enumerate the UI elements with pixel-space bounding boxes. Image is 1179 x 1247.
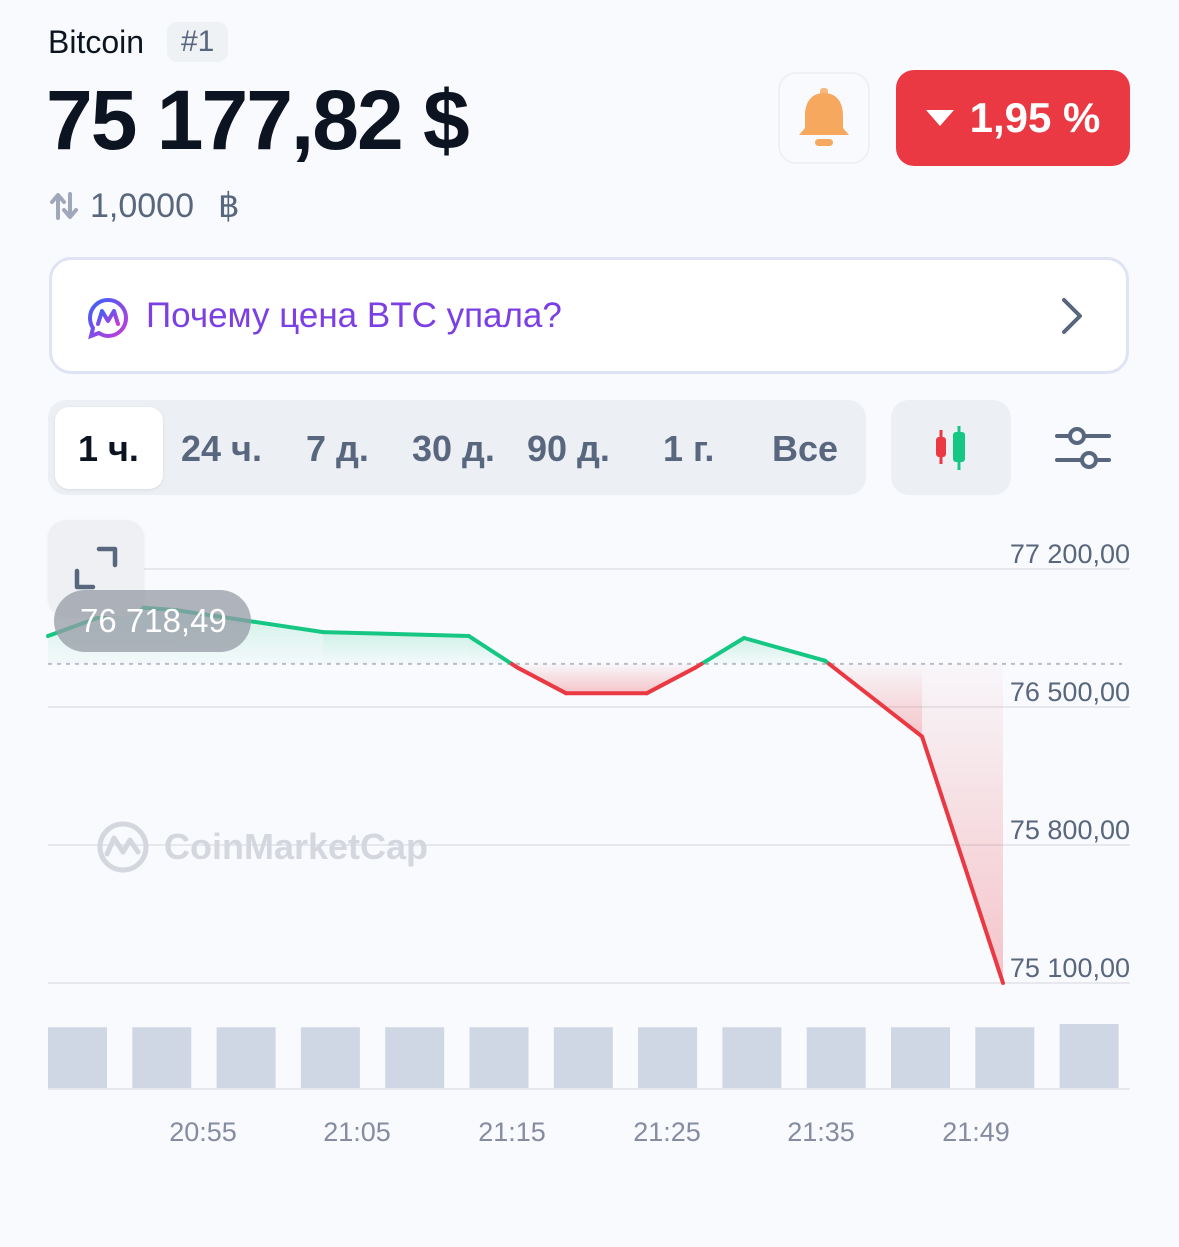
- chart-settings-button[interactable]: [1045, 416, 1121, 480]
- volume-bar: [722, 1027, 782, 1089]
- x-tick-label: 21:05: [323, 1117, 391, 1147]
- sliders-icon: [1055, 427, 1111, 469]
- triangle-down-icon: [925, 110, 954, 126]
- volume-bar: [975, 1027, 1035, 1089]
- conversion-unit: ฿: [218, 187, 240, 225]
- volume-bar: [806, 1027, 866, 1089]
- y-tick-label: 75 800,00: [1010, 815, 1130, 845]
- volume-bar: [300, 1027, 360, 1089]
- conversion-value: 1,0000: [90, 186, 194, 225]
- x-tick-label: 21:25: [633, 1117, 701, 1147]
- y-tick-label: 77 200,00: [1010, 539, 1130, 569]
- chart-x-axis-labels: 20:55 21:05 21:15 21:25 21:35 21:49: [169, 1117, 1010, 1147]
- volume-bar: [469, 1027, 529, 1089]
- volume-bar: [48, 1027, 107, 1089]
- chevron-right-icon[interactable]: [1058, 296, 1086, 336]
- tab-1h[interactable]: 1 ч.: [78, 428, 139, 470]
- y-tick-label: 76 500,00: [1010, 677, 1130, 707]
- x-tick-label: 21:35: [787, 1117, 855, 1147]
- watermark-text: CoinMarketCap: [164, 826, 429, 867]
- chart-volume-bars: [48, 1024, 1119, 1089]
- price-change-value: 1,95 %: [969, 94, 1101, 141]
- x-tick-label: 21:15: [478, 1117, 546, 1147]
- x-tick-label: 20:55: [169, 1117, 237, 1147]
- coin-name: Bitcoin: [48, 24, 145, 60]
- cmc-logo-icon: [97, 821, 149, 873]
- chart-area-below-baseline: [511, 663, 1003, 983]
- area-segment-down: [922, 663, 1003, 983]
- tab-7d[interactable]: 7 д.: [306, 428, 369, 470]
- tab-30d[interactable]: 30 д.: [412, 428, 495, 470]
- tab-90d[interactable]: 90 д.: [527, 428, 610, 470]
- expand-icon: [74, 546, 118, 590]
- area-segment-down: [565, 663, 647, 694]
- volume-bar: [891, 1027, 950, 1089]
- conversion-row[interactable]: 1,0000 ฿: [48, 186, 240, 226]
- volume-bar: [553, 1027, 613, 1089]
- tab-all[interactable]: Все: [772, 428, 838, 470]
- volume-bar: [638, 1027, 698, 1089]
- chart-y-axis-labels: 77 200,00 76 500,00 75 800,00 75 100,00: [1010, 539, 1130, 983]
- y-tick-label: 75 100,00: [1010, 953, 1130, 983]
- x-tick-label: 21:49: [942, 1117, 1010, 1147]
- rank-badge: #1: [167, 22, 229, 62]
- volume-bar: [385, 1027, 445, 1089]
- candlestick-toggle-button[interactable]: [891, 400, 1011, 495]
- price-alert-button[interactable]: [778, 72, 870, 164]
- candlestick-icon: [936, 425, 965, 470]
- volume-bar: [132, 1027, 192, 1089]
- coinmarketcap-watermark: CoinMarketCap: [96, 820, 428, 874]
- swap-arrows-icon: [50, 192, 78, 220]
- open-price-label: 76 718,49: [54, 590, 251, 652]
- tab-24h[interactable]: 24 ч.: [181, 428, 262, 470]
- price-change-badge: 1,95 %: [896, 70, 1130, 166]
- price-value: 75 177,82 $: [46, 73, 470, 167]
- why-price-text[interactable]: Почему цена BTC упала?: [146, 296, 562, 336]
- cmc-ai-icon: [87, 297, 129, 340]
- bell-icon: [799, 88, 849, 146]
- volume-bar: [216, 1027, 276, 1089]
- tab-1y[interactable]: 1 г.: [663, 428, 714, 470]
- volume-bar: [1059, 1024, 1119, 1089]
